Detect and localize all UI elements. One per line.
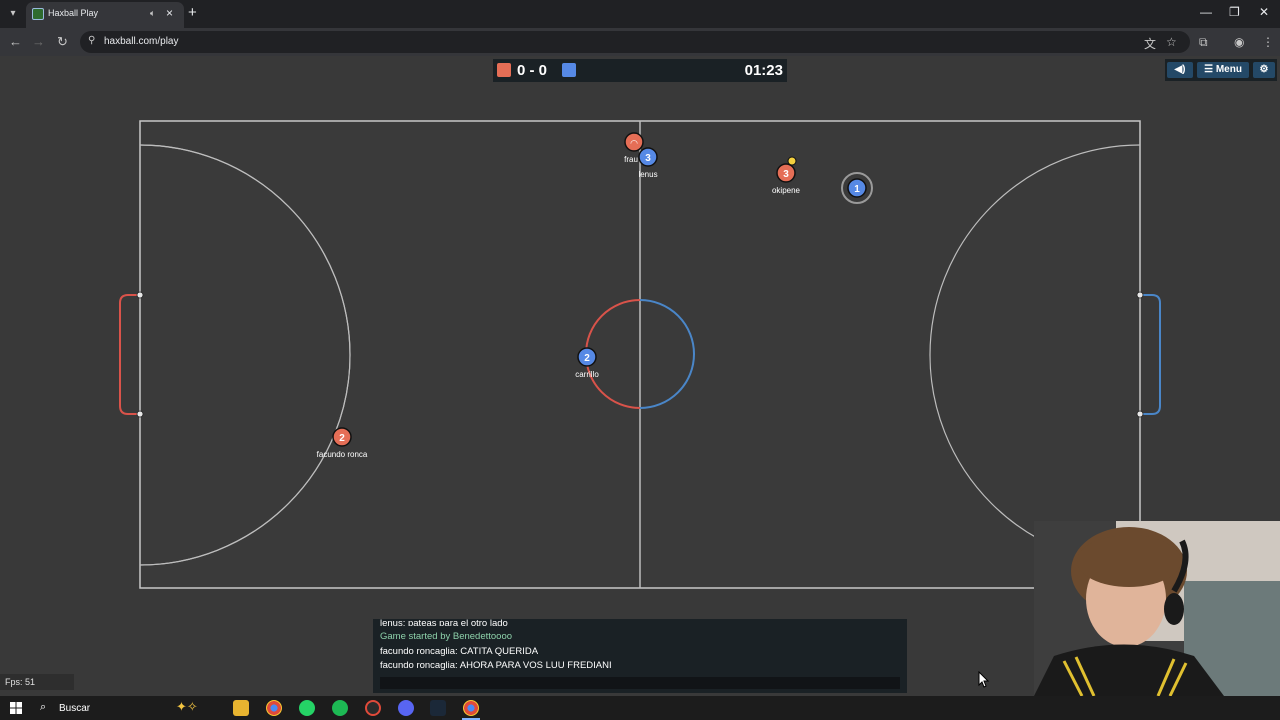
chat-line-1: lenus: pateas para el otro lado xyxy=(380,618,508,626)
player-name-carrillo: carrillo xyxy=(575,370,599,379)
ball xyxy=(787,156,797,166)
close-icon[interactable]: ✕ xyxy=(1259,5,1269,19)
extensions-icon[interactable]: ⧉ xyxy=(1199,35,1208,50)
browser-tab-bar: ▾ Haxball Play 🔈︎ × + — ❐ ✕ xyxy=(0,0,1280,28)
site-info-icon[interactable]: ⚲ xyxy=(88,35,95,46)
app-icon[interactable] xyxy=(365,700,381,716)
browser-toolbar: ← → ↻ ⚲ haxball.com/play 文 ☆ ⧉ ◉ ⋮ xyxy=(0,28,1280,56)
webcam-overlay xyxy=(1034,521,1280,696)
player-blue-lenus: 3 xyxy=(638,147,658,167)
player-name-facundo: facundo ronca xyxy=(316,450,368,459)
left-goal-net xyxy=(119,294,140,415)
svg-text:2: 2 xyxy=(339,433,345,444)
player-red-frau: ◠ xyxy=(624,132,644,152)
webcam-person-image xyxy=(1034,521,1280,696)
chat-line-3: facundo roncaglia: CATITA QUERIDA xyxy=(380,646,539,657)
taskbar-search[interactable]: ⌕ Buscar ✦✧ xyxy=(36,699,216,716)
address-bar[interactable]: ⚲ haxball.com/play xyxy=(80,31,1190,53)
fps-counter: Fps: 51 xyxy=(0,674,74,690)
svg-text:1: 1 xyxy=(854,184,860,195)
reload-icon[interactable]: ↻ xyxy=(57,34,68,50)
chat-line-4: facundo roncaglia: AHORA PARA VOS LUU FR… xyxy=(380,660,612,671)
svg-text:◠: ◠ xyxy=(630,138,638,148)
right-goal-post-bottom xyxy=(1136,410,1144,418)
new-tab-plus-icon[interactable]: + xyxy=(188,4,197,21)
copilot-sparkle-icon: ✦✧ xyxy=(176,699,198,714)
chat-input[interactable] xyxy=(380,677,900,689)
whatsapp-icon[interactable] xyxy=(299,700,315,716)
player-red-facundo: 2 xyxy=(332,427,352,447)
restore-icon[interactable]: ❐ xyxy=(1229,5,1240,19)
browser-tab[interactable]: Haxball Play 🔈︎ × xyxy=(26,2,184,28)
discord-icon[interactable] xyxy=(398,700,414,716)
fps-text: Fps: 51 xyxy=(5,677,36,687)
translate-icon[interactable]: 文 xyxy=(1144,35,1156,52)
tab-title: Haxball Play xyxy=(48,8,99,18)
search-icon: ⌕ xyxy=(40,701,47,713)
player-red-okipene: 3 xyxy=(776,163,796,183)
player-name-lenus: lenus xyxy=(638,170,658,179)
left-goal-post-top xyxy=(136,291,144,299)
svg-text:3: 3 xyxy=(645,153,651,164)
windows-taskbar: ⌕ Buscar ✦✧ xyxy=(0,696,1280,720)
steam-icon[interactable] xyxy=(430,700,446,716)
tab-audio-icon[interactable]: 🔈︎ xyxy=(150,8,155,19)
taskbar-search-label: Buscar xyxy=(59,703,91,714)
player-name-okipene: okipene xyxy=(771,186,801,195)
chrome-active-icon[interactable] xyxy=(463,700,479,716)
player-name-frau: frau xyxy=(624,155,638,164)
player-blue-carrillo: 2 xyxy=(577,347,597,367)
chat-line-2: Game started by Benedettoooo xyxy=(380,631,513,642)
forward-arrow-icon[interactable]: → xyxy=(32,34,45,49)
right-goal-net xyxy=(1140,294,1161,415)
chat-box: lenus: pateas para el otro lado Game sta… xyxy=(373,618,907,693)
mouse-cursor-icon xyxy=(978,671,990,688)
more-menu-icon[interactable]: ⋮ xyxy=(1262,35,1274,49)
bookmark-star-icon[interactable]: ☆ xyxy=(1166,35,1177,49)
url-text: haxball.com/play xyxy=(104,36,179,47)
spotify-icon[interactable] xyxy=(332,700,348,716)
game-area[interactable]: 0 - 0 01:23 ◀︎) ☰ Menu ⚙ ◠ 3 3 1 2 2 fra… xyxy=(0,56,1280,696)
tab-close-icon[interactable]: × xyxy=(166,6,173,20)
right-goal-post-top xyxy=(1136,291,1144,299)
svg-text:3: 3 xyxy=(783,169,789,180)
left-goal-post-bottom xyxy=(136,410,144,418)
chrome-icon[interactable] xyxy=(266,700,282,716)
profile-avatar-icon[interactable]: ◉ xyxy=(1234,35,1244,49)
tab-search-chevron-icon[interactable]: ▾ xyxy=(4,5,22,23)
file-explorer-icon[interactable] xyxy=(233,700,249,716)
windows-start-icon[interactable] xyxy=(10,702,22,714)
svg-text:2: 2 xyxy=(584,353,590,364)
haxball-favicon-icon xyxy=(32,8,44,20)
back-arrow-icon[interactable]: ← xyxy=(9,34,22,49)
minimize-icon[interactable]: — xyxy=(1200,5,1212,19)
